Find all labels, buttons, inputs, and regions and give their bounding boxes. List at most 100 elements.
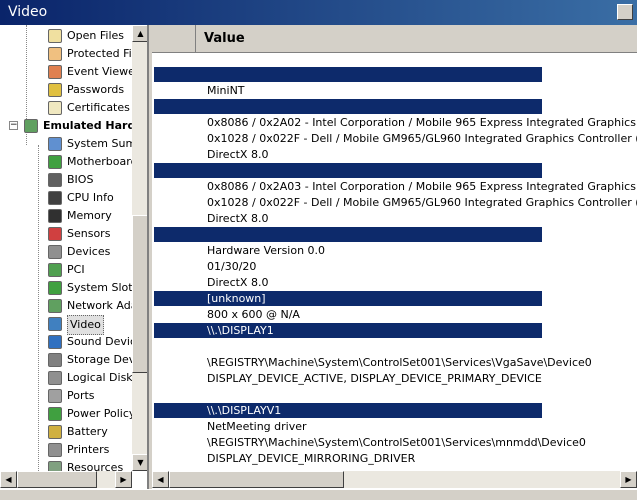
tree-item-label: System Slots (67, 281, 139, 294)
scroll-up-button[interactable]: ▲ (132, 25, 147, 42)
motherboard-icon (48, 155, 62, 169)
system-summary-icon (48, 137, 62, 151)
column-header-field[interactable] (152, 25, 196, 53)
tree-item-label: BIOS (67, 173, 94, 186)
tree-item-memory[interactable]: Memory (0, 207, 132, 225)
open-files-icon (48, 29, 62, 43)
value-row[interactable]: 01/30/20 (207, 259, 256, 274)
value-row[interactable]: \REGISTRY\Machine\System\ControlSet001\S… (207, 435, 586, 450)
tree-item-power-policy[interactable]: Power Policy (0, 405, 136, 423)
pci-icon (48, 263, 62, 277)
tree-item-label: Event Viewer (67, 65, 140, 78)
tree-item-system-summ[interactable]: System Summ (0, 135, 147, 153)
tree-item-label: Logical Disks (67, 371, 139, 384)
sensors-icon (48, 227, 62, 241)
group-header-row[interactable]: \\.\DISPLAYV1 (154, 403, 542, 418)
scroll-left-button[interactable]: ◀ (152, 471, 169, 488)
event-viewer-icon (48, 65, 62, 79)
value-row[interactable]: 0x1028 / 0x022F - Dell / Mobile GM965/GL… (207, 195, 637, 210)
battery-icon (48, 425, 62, 439)
value-row[interactable]: 0x8086 / 0x2A02 - Intel Corporation / Mo… (207, 115, 637, 130)
value-row[interactable]: DISPLAY_DEVICE_MIRRORING_DRIVER (207, 451, 415, 466)
tree-item-label: Ports (67, 389, 95, 402)
tree-item-label: Video (67, 315, 104, 335)
tree-item-label: PCI (67, 263, 85, 276)
tree-item-label: Certificates (67, 101, 130, 114)
tree-item-label: Printers (67, 443, 110, 456)
devices-icon (48, 245, 62, 259)
value-row[interactable]: 800 x 600 @ N/A (207, 307, 300, 322)
tree-item-protected-file[interactable]: Protected File (0, 45, 142, 63)
tree-item-storage-devic[interactable]: Storage Devic (0, 351, 144, 369)
tree-item-passwords[interactable]: Passwords (0, 81, 132, 99)
tree-item-motherboard[interactable]: Motherboard (0, 153, 138, 171)
tree-item-bios[interactable]: BIOS (0, 171, 132, 189)
group-header-row[interactable] (154, 99, 542, 114)
tree-item-devices[interactable]: Devices (0, 243, 132, 261)
group-header-row[interactable] (154, 163, 542, 178)
tree-item-open-files[interactable]: Open Files (0, 27, 132, 45)
scroll-thumb[interactable] (169, 471, 344, 488)
tree-item-label: Power Policy (67, 407, 136, 420)
navigation-tree[interactable]: Open Files Protected File Event Viewer Pass… (0, 25, 149, 489)
cpu-icon (48, 191, 62, 205)
network-adapter-icon (48, 299, 62, 313)
tree-item-label: Emulated Hard (43, 119, 136, 132)
tree-item-sound-device[interactable]: Sound Device (0, 333, 143, 351)
window-title: Video (8, 4, 48, 20)
scroll-down-button[interactable]: ▼ (132, 454, 147, 471)
tree-item-label: Devices (67, 245, 111, 258)
scroll-right-button[interactable]: ▶ (115, 471, 132, 488)
value-list[interactable]: Value MiniNT 0x8086 / 0x2A02 - Intel Corp… (152, 25, 637, 489)
list-horizontal-scrollbar[interactable]: ◀ ▶ (152, 471, 637, 488)
scroll-thumb[interactable] (17, 471, 97, 488)
tree-item-certificates[interactable]: Certificates (0, 99, 132, 117)
logical-disk-icon (48, 371, 62, 385)
tree-item-logical-disks[interactable]: Logical Disks (0, 369, 138, 387)
tree-item-event-viewer[interactable]: Event Viewer (0, 63, 139, 81)
tree-item-sensors[interactable]: Sensors (0, 225, 132, 243)
group-header-row[interactable] (154, 67, 542, 82)
tree-item-video[interactable]: Video (0, 315, 132, 335)
tree-item-label: Sensors (67, 227, 111, 240)
tree-item-ports[interactable]: Ports (0, 387, 132, 405)
value-row[interactable]: DirectX 8.0 (207, 211, 268, 226)
value-row[interactable]: 0x1028 / 0x022F - Dell / Mobile GM965/GL… (207, 131, 637, 146)
hardware-icon (24, 119, 38, 133)
close-button[interactable] (617, 4, 633, 20)
tree-item-label: CPU Info (67, 191, 114, 204)
value-row[interactable]: \REGISTRY\Machine\System\ControlSet001\S… (207, 355, 592, 370)
value-row[interactable]: DISPLAY_DEVICE_ACTIVE, DISPLAY_DEVICE_PR… (207, 371, 542, 386)
status-bar (0, 489, 637, 500)
scroll-thumb[interactable] (132, 215, 147, 373)
group-header-row[interactable] (154, 227, 542, 242)
sound-icon (48, 335, 62, 349)
scroll-left-button[interactable]: ◀ (0, 471, 17, 488)
value-row[interactable]: NetMeeting driver (207, 419, 307, 434)
tree-item-emulated-hard[interactable]: − Emulated Hard (0, 117, 136, 135)
tree-item-printers[interactable]: Printers (0, 441, 132, 459)
tree-item-label: Memory (67, 209, 112, 222)
group-header-row[interactable]: \\.\DISPLAY1 (154, 323, 542, 338)
tree-item-system-slots[interactable]: System Slots (0, 279, 138, 297)
power-icon (48, 407, 62, 421)
collapse-icon[interactable]: − (9, 121, 18, 130)
tree-item-battery[interactable]: Battery (0, 423, 132, 441)
value-row[interactable]: MiniNT (207, 83, 245, 98)
value-row[interactable]: DirectX 8.0 (207, 275, 268, 290)
printer-icon (48, 443, 62, 457)
tree-item-pci[interactable]: PCI (0, 261, 132, 279)
tree-item-label: Motherboard (67, 155, 138, 168)
window-titlebar: Video (0, 0, 637, 25)
tree-vertical-scrollbar[interactable]: ▲ ▼ (132, 25, 147, 471)
monitor-icon (48, 317, 62, 331)
group-header-row[interactable]: [unknown] (154, 291, 542, 306)
scroll-right-button[interactable]: ▶ (620, 471, 637, 488)
value-row[interactable]: Hardware Version 0.0 (207, 243, 325, 258)
value-row[interactable]: DirectX 8.0 (207, 147, 268, 162)
tree-item-cpu-info[interactable]: CPU Info (0, 189, 132, 207)
value-row[interactable]: 0x8086 / 0x2A03 - Intel Corporation / Mo… (207, 179, 637, 194)
column-header-value[interactable]: Value (204, 25, 245, 53)
tree-horizontal-scrollbar[interactable]: ◀ ▶ (0, 471, 132, 488)
tree-item-network-adap[interactable]: Network Adap (0, 297, 144, 315)
